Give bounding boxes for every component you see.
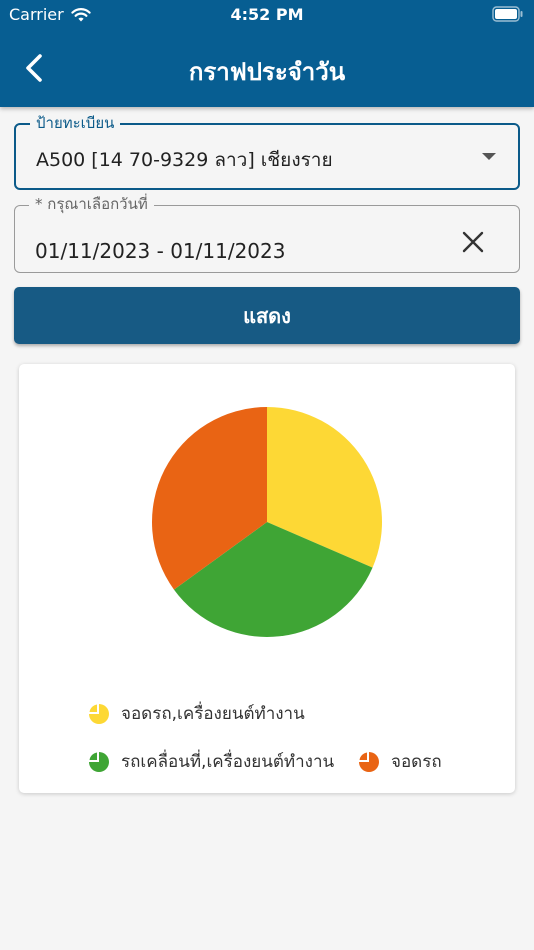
legend-parked-pie-icon xyxy=(359,751,379,772)
legend-label-moving: รถเคลื่อนที่,เครื่องยนต์ทำงาน xyxy=(121,752,335,772)
legend-idle-pie-icon xyxy=(89,703,109,724)
show-button[interactable]: แสดง xyxy=(14,287,520,344)
close-icon xyxy=(462,231,484,253)
legend-moving-pie-icon xyxy=(89,751,109,772)
plate-select-value: A500 [14 70-9329 ลาว] เชียงราย xyxy=(36,149,333,171)
legend-item-moving: รถเคลื่อนที่,เครื่องยนต์ทำงาน xyxy=(89,748,334,775)
app-header: Carrier 4:52 PM กราฟประจำวัน xyxy=(0,0,534,107)
date-range-field[interactable]: * กรุณาเลือกวันที่ 01/11/2023 - 01/11/20… xyxy=(14,195,520,273)
battery-icon xyxy=(492,6,524,26)
legend-label-parked: จอดรถ xyxy=(391,752,442,772)
date-range-label: * กรุณาเลือกวันที่ xyxy=(29,195,154,213)
clear-date-button[interactable] xyxy=(461,230,485,254)
chart-card: จอดรถ,เครื่องยนต์ทำงาน รถเคลื่อนที่,เครื… xyxy=(19,364,515,793)
plate-select-label: ป้ายทะเบียน xyxy=(30,114,121,132)
pie-chart xyxy=(152,407,382,637)
legend-item-parked: จอดรถ xyxy=(359,748,442,775)
status-time: 4:52 PM xyxy=(230,5,304,24)
page-title: กราฟประจำวัน xyxy=(188,58,346,86)
legend-label-idle: จอดรถ,เครื่องยนต์ทำงาน xyxy=(121,704,305,724)
nav-bar: กราฟประจำวัน xyxy=(0,38,534,98)
date-range-value: 01/11/2023 - 01/11/2023 xyxy=(35,239,286,263)
status-bar: Carrier 4:52 PM xyxy=(0,0,534,30)
legend-item-idle: จอดรถ,เครื่องยนต์ทำงาน xyxy=(89,700,305,727)
plate-select[interactable]: ป้ายทะเบียน A500 [14 70-9329 ลาว] เชียงร… xyxy=(14,114,520,190)
dropdown-arrow-icon[interactable] xyxy=(482,153,496,160)
